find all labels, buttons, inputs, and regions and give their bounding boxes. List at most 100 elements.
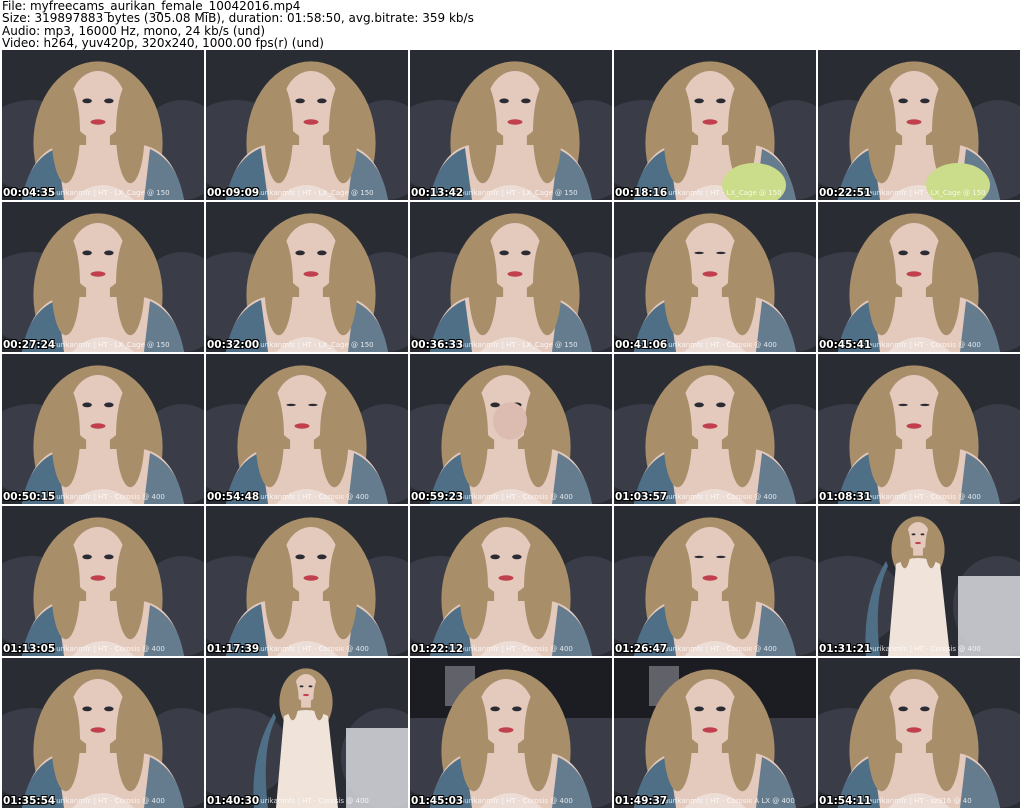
thumbnail-timestamp: 01:03:57 [615,491,668,503]
thumbnail-frame-image [206,354,408,504]
video-thumbnail: aurikanmfc | HT - Corosis @ 400 00:45:41 [818,202,1020,352]
thumbnail-timestamp: 00:13:42 [411,187,464,199]
video-thumbnail: aurikanmfc | HT - LX_Cage @ 150 00:22:51 [818,50,1020,200]
thumbnail-frame-image [2,658,204,808]
video-thumbnail: aurikanmfc | HT - LX_Cage @ 150 00:04:35 [2,50,204,200]
thumbnail-watermark: aurikanmfc | HT - LX_Cage @ 150 [256,189,374,197]
thumbnail-timestamp: 01:45:03 [411,795,464,807]
thumbnail-frame-image [614,50,816,200]
thumbnail-timestamp: 00:32:00 [207,339,260,351]
thumbnail-frame-image [818,50,1020,200]
video-thumbnail: aurikanmfc | HT - LX_Cage @ 150 00:18:16 [614,50,816,200]
thumbnail-frame-image [818,658,1020,808]
thumbnail-frame-image [206,506,408,656]
thumbnail-timestamp: 00:27:24 [3,339,56,351]
thumbnail-frame-image [410,202,612,352]
thumbnail-timestamp: 00:04:35 [3,187,56,199]
thumbnail-timestamp: 00:45:41 [819,339,872,351]
thumbnail-frame-image [410,506,612,656]
thumbnail-watermark: aurikanmfc | HT - sz916 @ 40 [868,797,972,805]
thumbnail-frame-image [614,354,816,504]
thumbnail-timestamp: 01:13:05 [3,643,56,655]
thumbnail-watermark: aurikanmfc | HT - Corosis @ 400 [868,341,981,349]
thumbnail-timestamp: 01:22:12 [411,643,464,655]
thumbnail-watermark: aurikanmfc | HT - Corosis @ 400 [664,645,777,653]
thumbnail-timestamp: 01:17:39 [207,643,260,655]
thumbnail-timestamp: 00:41:06 [615,339,668,351]
thumbnail-frame-image [2,506,204,656]
video-thumbnail: aurikanmfc | HT - Corosis @ 400 01:22:12 [410,506,612,656]
thumbnail-watermark: aurikanmfc | HT - Corosis @ 400 [868,645,981,653]
thumbnail-timestamp: 00:09:09 [207,187,260,199]
thumbnail-timestamp: 01:49:37 [615,795,668,807]
thumbnail-watermark: aurikanmfc | HT - Corosis @ 400 [460,797,573,805]
video-thumbnail: aurikanmfc | HT - Corosis @ 400 00:50:15 [2,354,204,504]
thumbnail-timestamp: 00:54:48 [207,491,260,503]
file-size-line: Size: 319897883 bytes (305.08 MiB), dura… [2,11,474,26]
thumbnail-frame-image [614,202,816,352]
thumbnail-frame-image [410,50,612,200]
video-thumbnail: aurikanmfc | HT - LX_Cage @ 150 00:36:33 [410,202,612,352]
thumbnail-watermark: aurikanmfc | HT - LX_Cage @ 150 [52,189,170,197]
thumbnail-frame-image [2,354,204,504]
thumbnail-watermark: aurikanmfc | HT - Corosis @ 400 [256,493,369,501]
thumbnail-frame-image [206,50,408,200]
thumbnail-watermark: aurikanmfc | HT - LX_Cage @ 150 [664,189,782,197]
file-info-header: File: myfreecams_aurikan_female_10042016… [2,0,1022,50]
thumbnail-frame-image [614,658,816,808]
thumbnail-watermark: aurikanmfc | HT - Corosis @ 400 [52,797,165,805]
thumbnail-watermark: aurikanmfc | HT - Corosis @ 400 [52,493,165,501]
thumbnail-watermark: aurikanmfc | HT - Corosis @ 400 [460,493,573,501]
thumbnail-frame-image [206,202,408,352]
video-thumbnail: aurikanmfc | HT - Corosis @ 400 01:13:05 [2,506,204,656]
thumbnail-frame-image [2,50,204,200]
video-thumbnail: aurikanmfc | HT - Corosis @ 400 01:03:57 [614,354,816,504]
thumbnail-frame-image [206,658,408,808]
thumbnail-frame-image [410,354,612,504]
thumbnail-watermark: aurikanmfc | HT - LX_Cage @ 150 [460,341,578,349]
thumbnail-watermark: aurikanmfc | HT - LX_Cage @ 150 [460,189,578,197]
video-thumbnail: aurikanmfc | HT - Corosis @ 400 00:54:48 [206,354,408,504]
thumbnail-frame-image [2,202,204,352]
thumbnail-grid: aurikanmfc | HT - LX_Cage @ 150 00:04:35 a… [2,50,1024,810]
video-thumbnail: aurikanmfc | HT - Corosis @ 400 01:17:39 [206,506,408,656]
video-thumbnail: aurikanmfc | HT - Corosis @ 400 01:08:31 [818,354,1020,504]
thumbnail-timestamp: 01:08:31 [819,491,872,503]
video-thumbnail: aurikanmfc | HT - Corosis A LX @ 400 01:4… [614,658,816,808]
video-thumbnail: aurikanmfc | HT - LX_Cage @ 150 00:32:00 [206,202,408,352]
thumbnail-watermark: aurikanmfc | HT - LX_Cage @ 150 [52,341,170,349]
thumbnail-timestamp: 01:31:21 [819,643,872,655]
thumbnail-frame-image [614,506,816,656]
thumbnail-timestamp: 01:40:30 [207,795,260,807]
thumbnail-timestamp: 01:54:11 [819,795,872,807]
thumbnail-timestamp: 00:59:23 [411,491,464,503]
thumbnail-timestamp: 00:50:15 [3,491,56,503]
video-thumbnail: aurikanmfc | HT - LX_Cage @ 150 00:09:09 [206,50,408,200]
thumbnail-frame-image [818,354,1020,504]
thumbnail-frame-image [818,202,1020,352]
thumbnail-watermark: aurikanmfc | HT - Corosis @ 400 [52,645,165,653]
thumbnail-frame-image [410,658,612,808]
thumbnail-watermark: aurikanmfc | HT - Corosis @ 400 [460,645,573,653]
thumbnail-watermark: aurikanmfc | HT - LX_Cage @ 150 [256,341,374,349]
thumbnail-watermark: aurikanmfc | HT - Corosis @ 400 [664,493,777,501]
video-thumbnail: aurikanmfc | HT - Corosis @ 400 01:31:21 [818,506,1020,656]
video-thumbnail: aurikanmfc | HT - Corosis @ 400 01:45:03 [410,658,612,808]
video-thumbnail: aurikanmfc | HT - Corosis @ 400 01:26:47 [614,506,816,656]
video-thumbnail: aurikanmfc | HT - Corosis @ 400 00:41:06 [614,202,816,352]
thumbnail-timestamp: 01:35:54 [3,795,56,807]
thumbnail-watermark: aurikanmfc | HT - Corosis @ 400 [664,341,777,349]
video-thumbnail: aurikanmfc | HT - LX_Cage @ 150 00:13:42 [410,50,612,200]
thumbnail-watermark: aurikanmfc | HT - Corosis @ 400 [868,493,981,501]
video-thumbnail: aurikanmfc | HT - sz916 @ 40 01:54:11 [818,658,1020,808]
thumbnail-timestamp: 00:22:51 [819,187,872,199]
thumbnail-timestamp: 00:18:16 [615,187,668,199]
video-thumbnail: aurikanmfc | HT - Corosis @ 400 00:59:23 [410,354,612,504]
thumbnail-timestamp: 00:36:33 [411,339,464,351]
thumbnail-watermark: aurikanmfc | HT - Corosis @ 400 [256,797,369,805]
thumbnail-watermark: aurikanmfc | HT - Corosis A LX @ 400 [664,797,795,805]
video-thumbnail: aurikanmfc | HT - Corosis @ 400 01:40:30 [206,658,408,808]
video-thumbnail: aurikanmfc | HT - LX_Cage @ 150 00:27:24 [2,202,204,352]
video-info-line: Video: h264, yuv420p, 320x240, 1000.00 f… [2,36,324,51]
video-thumbnail: aurikanmfc | HT - Corosis @ 400 01:35:54 [2,658,204,808]
